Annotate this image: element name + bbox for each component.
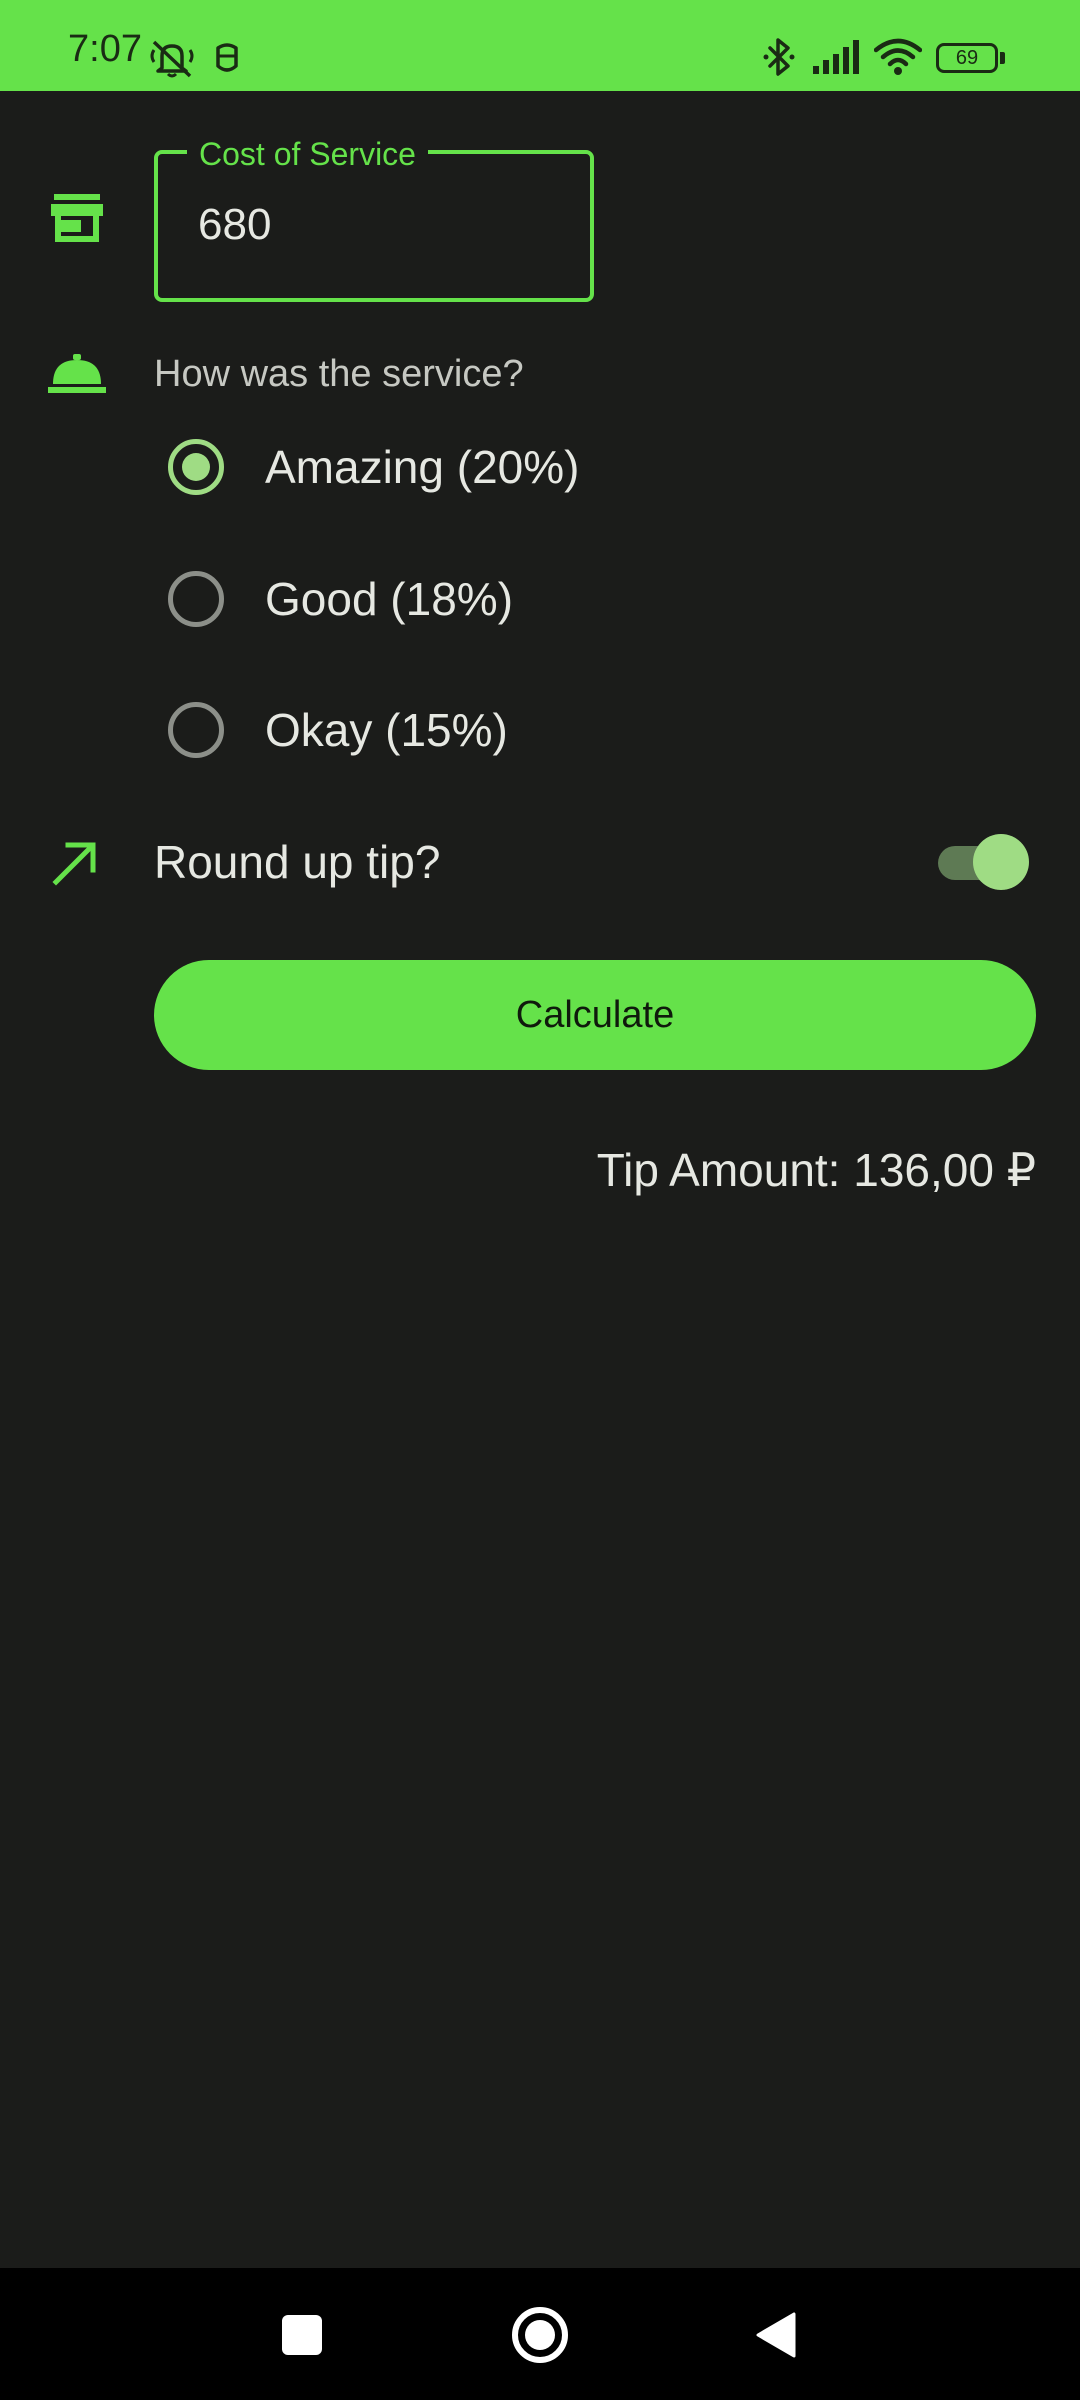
bluetooth-icon: [763, 38, 795, 76]
cost-of-service-input[interactable]: 680: [198, 200, 271, 250]
tip-option-label: Good (18%): [265, 573, 514, 625]
trending-up-arrow-icon: [52, 842, 96, 886]
round-up-switch[interactable]: [936, 834, 1029, 890]
home-circle-icon[interactable]: [510, 2305, 570, 2365]
do-not-disturb-icon: [150, 40, 194, 78]
radio-button[interactable]: [168, 702, 224, 758]
radio-button[interactable]: [168, 439, 224, 495]
navigation-bar: [0, 2268, 1080, 2400]
battery-tip: [1000, 52, 1005, 64]
tip-amount-text: Tip Amount: 136,00 ₽: [596, 1144, 1036, 1196]
switch-thumb: [973, 834, 1029, 890]
status-time: 7:07: [68, 28, 142, 70]
antivirus-icon: [216, 43, 238, 72]
battery-level: 69: [955, 47, 979, 69]
tip-option-good[interactable]: Good (18%): [168, 569, 513, 629]
service-question-label: How was the service?: [154, 353, 524, 395]
wifi-icon: [874, 38, 922, 75]
recents-square-icon[interactable]: [282, 2315, 322, 2355]
radio-button[interactable]: [168, 571, 224, 627]
storefront-icon: [51, 194, 103, 242]
room-service-bell-icon: [48, 354, 106, 393]
tip-option-amazing[interactable]: Amazing (20%): [168, 437, 579, 497]
tip-option-label: Amazing (20%): [265, 441, 580, 493]
battery-icon: 69: [936, 43, 998, 73]
status-bar: 7:07 69: [0, 0, 1080, 91]
calculate-button[interactable]: Calculate: [154, 960, 1036, 1070]
back-triangle-icon[interactable]: [754, 2312, 796, 2358]
round-up-label: Round up tip?: [154, 836, 441, 888]
tip-option-okay[interactable]: Okay (15%): [168, 700, 508, 760]
cost-of-service-label: Cost of Service: [187, 136, 428, 172]
signal-icon: [813, 40, 859, 74]
tip-option-label: Okay (15%): [265, 704, 508, 756]
